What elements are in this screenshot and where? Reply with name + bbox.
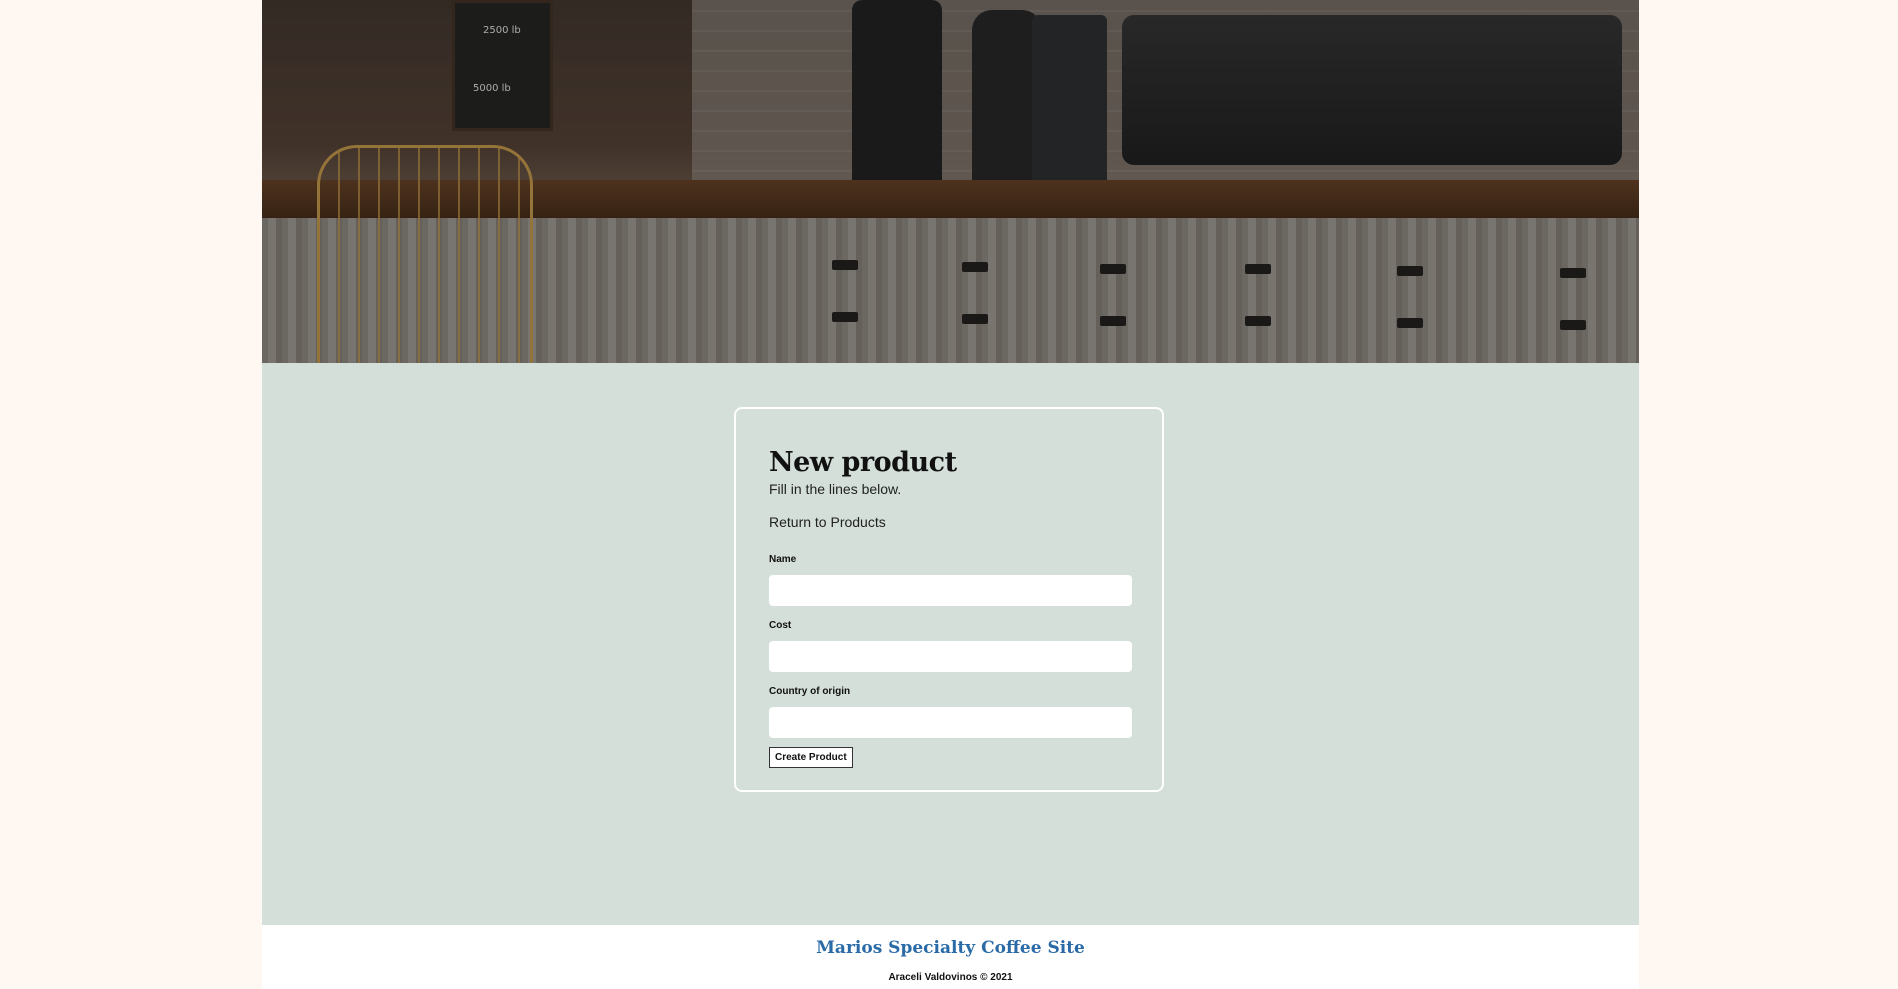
return-to-products-link[interactable]: Return to Products (769, 514, 886, 530)
footer-site-name-link[interactable]: Marios Specialty Coffee Site (262, 938, 1639, 958)
footer: Marios Specialty Coffee Site Araceli Val… (262, 925, 1639, 989)
cost-input[interactable] (769, 641, 1132, 672)
name-input[interactable] (769, 575, 1132, 606)
footer-copyright: Araceli Valdovinos © 2021 (888, 972, 1013, 983)
page-title: New product (769, 447, 957, 478)
page-container: 2500 lb 5000 lb New product Fill in the … (262, 0, 1639, 989)
new-product-form-card: New product Fill in the lines below. Ret… (734, 407, 1164, 792)
country-of-origin-label: Country of origin (769, 686, 851, 697)
create-product-button[interactable]: Create Product (769, 747, 853, 768)
country-of-origin-input[interactable] (769, 707, 1132, 738)
hero-overlay (262, 0, 1639, 363)
name-label: Name (769, 554, 797, 565)
form-subtitle: Fill in the lines below. (769, 481, 902, 497)
main-section: New product Fill in the lines below. Ret… (262, 363, 1639, 925)
hero-image: 2500 lb 5000 lb (262, 0, 1639, 363)
cost-label: Cost (769, 620, 792, 631)
